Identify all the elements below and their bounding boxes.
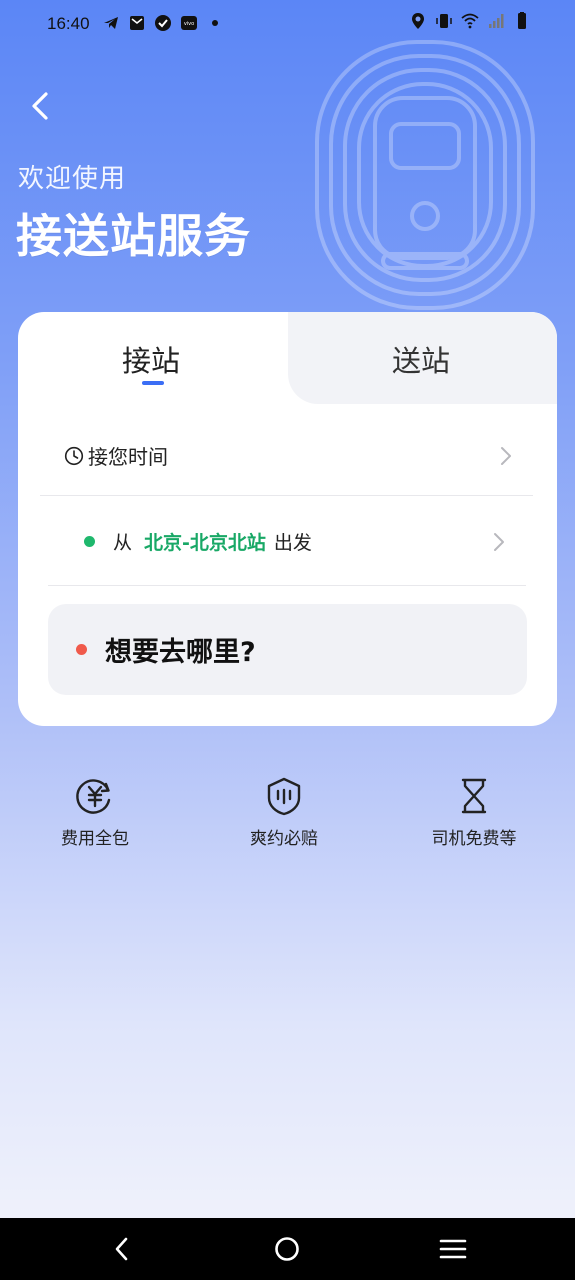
svg-text:vivo: vivo bbox=[184, 21, 194, 27]
service-card: 接站 送站 接您时间 从 北京-北京北站 出发 想要去哪里? bbox=[18, 312, 557, 726]
tab-pickup[interactable]: 接站 bbox=[122, 338, 180, 380]
vibrate-icon bbox=[436, 14, 452, 28]
feature-label: 司机免费等 bbox=[431, 829, 517, 849]
check-badge-icon bbox=[155, 15, 171, 31]
destination-dot bbox=[76, 644, 87, 655]
feature-item-free-waiting: 司机免费等 bbox=[394, 770, 554, 849]
menu-icon[interactable] bbox=[438, 1234, 468, 1264]
home-icon[interactable] bbox=[272, 1234, 302, 1264]
origin-station: 北京-北京北站 bbox=[144, 532, 266, 554]
chevron-left-icon bbox=[32, 92, 48, 120]
destination-input[interactable]: 想要去哪里? bbox=[48, 604, 527, 695]
feature-item-no-show-compensation: 爽约必赔 bbox=[204, 770, 364, 849]
tab-dropoff[interactable]: 送站 bbox=[392, 338, 450, 380]
yuan-icon bbox=[76, 779, 111, 814]
mail-icon bbox=[130, 16, 144, 30]
feature-list: 费用全包 爽约必赔 司机免费等 bbox=[0, 770, 575, 860]
status-icons-left: vivo bbox=[102, 14, 224, 32]
dot-icon bbox=[212, 20, 218, 26]
back-icon[interactable] bbox=[107, 1234, 137, 1264]
origin-prefix: 从 bbox=[113, 532, 133, 554]
destination-placeholder: 想要去哪里? bbox=[105, 637, 256, 668]
shield-icon bbox=[267, 777, 301, 816]
feature-label: 费用全包 bbox=[61, 829, 129, 849]
tab-active-indicator bbox=[142, 381, 164, 385]
page-title: 接送站服务 bbox=[16, 209, 251, 263]
wifi-icon bbox=[461, 13, 479, 29]
clock-icon bbox=[64, 446, 84, 465]
system-nav-bar bbox=[0, 1218, 575, 1280]
origin-dot bbox=[84, 536, 95, 547]
feature-item-all-inclusive: 费用全包 bbox=[15, 770, 175, 849]
vivo-icon: vivo bbox=[181, 16, 197, 30]
status-icons-right bbox=[409, 12, 531, 30]
origin-suffix: 出发 bbox=[273, 532, 312, 554]
battery-icon bbox=[518, 12, 526, 29]
telegram-icon bbox=[104, 17, 118, 29]
chevron-right-icon bbox=[501, 446, 511, 465]
origin-row[interactable]: 从 北京-北京北站 出发 bbox=[48, 498, 526, 586]
page-subtitle: 欢迎使用 bbox=[18, 164, 127, 194]
status-time: 16:40 bbox=[47, 14, 90, 33]
signal-icon bbox=[489, 14, 504, 28]
location-icon bbox=[412, 13, 424, 29]
hourglass-icon bbox=[461, 778, 487, 814]
feature-label: 爽约必赔 bbox=[250, 829, 318, 849]
pickup-time-row[interactable]: 接您时间 bbox=[40, 416, 533, 496]
pickup-time-label: 接您时间 bbox=[88, 445, 168, 469]
train-watermark-icon bbox=[315, 40, 535, 310]
chevron-right-icon bbox=[494, 532, 504, 551]
back-button[interactable] bbox=[22, 86, 58, 126]
